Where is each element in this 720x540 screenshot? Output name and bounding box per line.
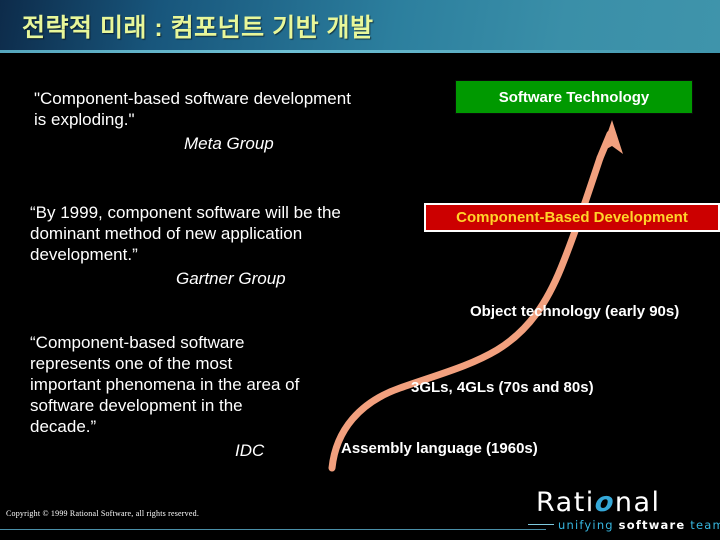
page-title: 전략적 미래 : 컴포넌트 기반 개발 <box>22 14 374 42</box>
quote-source: Gartner Group <box>176 269 286 288</box>
rational-wordmark: Rational <box>536 487 661 518</box>
quote-text: “By 1999, component software will be the… <box>30 203 341 264</box>
quote-block-gartner-group: “By 1999, component software will be the… <box>30 202 430 289</box>
rational-tagline: unifying software teams <box>558 518 720 532</box>
tagline-word-software: software <box>618 518 686 532</box>
component-based-development-box: Component-Based Development <box>424 203 720 232</box>
footer-divider <box>0 529 546 530</box>
quote-text: “Component-based software represents one… <box>30 333 300 436</box>
curve-arrowhead <box>601 120 623 154</box>
title-bar-underline <box>0 50 720 53</box>
tagline-word-unifying: unifying <box>558 518 614 532</box>
footer-copyright: Copyright © 1999 Rational Software, all … <box>6 509 200 518</box>
component-based-development-label: Component-Based Development <box>456 209 688 226</box>
quote-block-meta-group: "Component-based software development is… <box>34 88 434 154</box>
logo-text-after: nal <box>614 487 661 518</box>
curve-arrow-shaft <box>596 130 614 162</box>
logo-text-before: Rati <box>536 487 595 518</box>
software-technology-label: Software Technology <box>498 88 650 106</box>
logo-dash <box>528 524 554 525</box>
era-label-assembly-language: Assembly language (1960s) <box>341 440 538 457</box>
era-label-3gls-4gls: 3GLs, 4GLs (70s and 80s) <box>411 379 594 396</box>
slide-canvas: 전략적 미래 : 컴포넌트 기반 개발 "Component-based sof… <box>0 0 720 540</box>
tagline-word-teams: teams <box>690 518 720 532</box>
quote-source: Meta Group <box>184 134 274 153</box>
logo-o-accent: o <box>593 487 617 518</box>
software-technology-box: Software Technology <box>455 80 693 114</box>
era-label-object-technology: Object technology (early 90s) <box>470 303 680 320</box>
quote-block-idc: “Component-based software represents one… <box>30 332 390 461</box>
rational-logo: Rational unifying software teams <box>528 487 720 535</box>
quote-text: "Component-based software development is… <box>34 89 351 129</box>
